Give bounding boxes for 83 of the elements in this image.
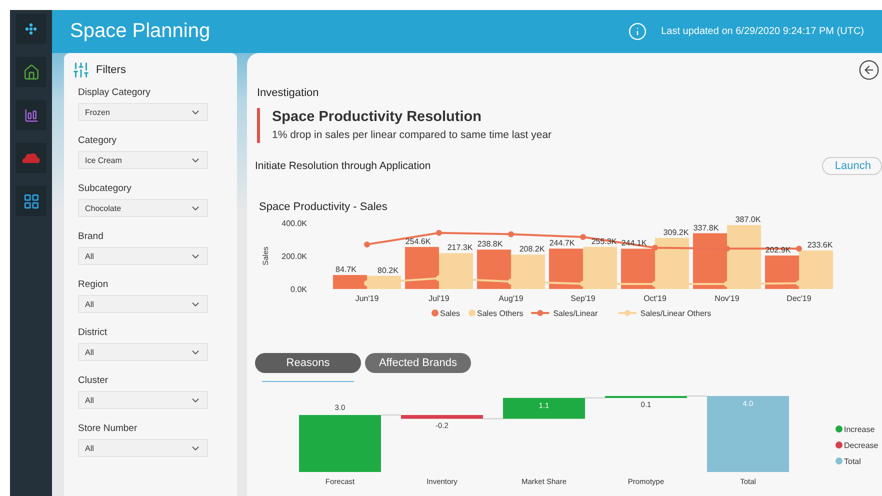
field-label: Region — [78, 279, 110, 290]
legend-dot-icon — [432, 310, 438, 316]
section-heading: Investigation — [257, 87, 320, 99]
value-label: 244.7K — [549, 238, 575, 248]
home-icon — [22, 64, 40, 80]
legend-label: Increase — [844, 425, 875, 434]
field-label: Category — [78, 135, 118, 146]
app-title: Space Planning — [70, 20, 212, 43]
dropdown-field[interactable]: All — [78, 295, 208, 313]
tick-label: 200.0K — [282, 252, 307, 261]
legend-label: Sales Others — [477, 309, 524, 318]
logo-icon — [25, 23, 37, 35]
filter-icon — [72, 61, 90, 79]
value-label: 84.7K — [336, 265, 356, 274]
point — [652, 244, 658, 251]
value-label: 208.2K — [519, 244, 545, 254]
bar — [477, 250, 511, 289]
cloud-button[interactable] — [16, 143, 46, 173]
bar-chart-icon — [24, 108, 38, 122]
legend-label: Sales — [440, 309, 460, 318]
value-label: 309.2K — [663, 228, 689, 237]
category-label: Aug'19 — [498, 294, 524, 303]
back-icon[interactable] — [858, 59, 880, 81]
category-label: Jun'19 — [355, 294, 379, 303]
apps-button[interactable] — [16, 186, 46, 216]
point — [364, 241, 370, 248]
dropdown-field[interactable]: All — [78, 391, 208, 409]
action-label: Initiate Resolution through Application — [255, 160, 431, 172]
legend-line-icon — [618, 310, 636, 316]
bar — [799, 250, 833, 289]
bar — [405, 247, 439, 289]
home-button[interactable] — [16, 57, 46, 87]
dropdown-field[interactable]: Chocolate — [78, 199, 208, 217]
point — [436, 230, 442, 236]
field-label: Store Number — [78, 423, 138, 434]
legend-label: Sales/Linear — [553, 309, 598, 318]
point — [580, 234, 586, 240]
value-label: 217.3K — [447, 243, 473, 252]
legend-line-icon — [531, 310, 550, 316]
dropdown-field[interactable]: All — [78, 439, 208, 457]
tick-label: 400.0K — [282, 219, 307, 228]
dropdown-field[interactable]: Ice Cream — [78, 151, 208, 169]
legend-dot-icon — [468, 310, 476, 316]
cloud-icon — [21, 151, 41, 165]
legend-label: Total — [844, 457, 861, 466]
tab[interactable]: Reasons — [255, 353, 361, 373]
panel-title: Filters — [96, 64, 126, 76]
point — [796, 246, 802, 252]
alert-title: Space Productivity Resolution — [272, 109, 482, 125]
value-label: 233.6K — [807, 240, 833, 250]
value-label: 238.8K — [477, 240, 503, 249]
dropdown-field[interactable]: All — [78, 343, 208, 361]
report-button[interactable] — [16, 100, 46, 130]
value-label: 387.0K — [735, 215, 761, 224]
chart-title: Space Productivity - Sales — [259, 201, 388, 213]
tab[interactable]: Affected Brands — [365, 353, 471, 373]
category-label: Sep'19 — [570, 294, 596, 303]
alert-description: 1% drop in sales per linear compared to same time last year — [272, 129, 553, 141]
category-label: Jul'19 — [428, 294, 450, 303]
legend-label: Sales/Linear Others — [640, 309, 712, 318]
field-label: Display Category — [78, 87, 152, 98]
logo-button[interactable] — [16, 14, 46, 44]
field-label: Cluster — [78, 375, 110, 386]
point — [508, 231, 514, 238]
legend-label: Decrease — [844, 441, 878, 450]
tick-label: 0.0K — [290, 285, 307, 294]
bar — [549, 248, 583, 289]
bar — [765, 256, 799, 289]
category-label: Nov'19 — [714, 294, 740, 303]
value-label: 80.2K — [378, 266, 398, 275]
category-label: Dec'19 — [786, 294, 812, 303]
bar — [333, 275, 367, 289]
field-label: Subcategory — [78, 183, 132, 194]
field-label: Brand — [78, 231, 104, 242]
category-label: Oct'19 — [644, 294, 666, 303]
info-icon[interactable] — [628, 22, 648, 41]
dropdown-field[interactable]: Frozen — [78, 103, 208, 121]
last-updated-text: Last updated on 6/29/2020 9:24:17 PM (UTC) — [661, 26, 864, 37]
value-label: 254.6K — [405, 237, 431, 246]
dropdown-field[interactable]: All — [78, 247, 208, 265]
value-label: 337.8K — [693, 223, 719, 232]
grid-icon — [22, 192, 40, 210]
field-label: District — [78, 327, 108, 338]
